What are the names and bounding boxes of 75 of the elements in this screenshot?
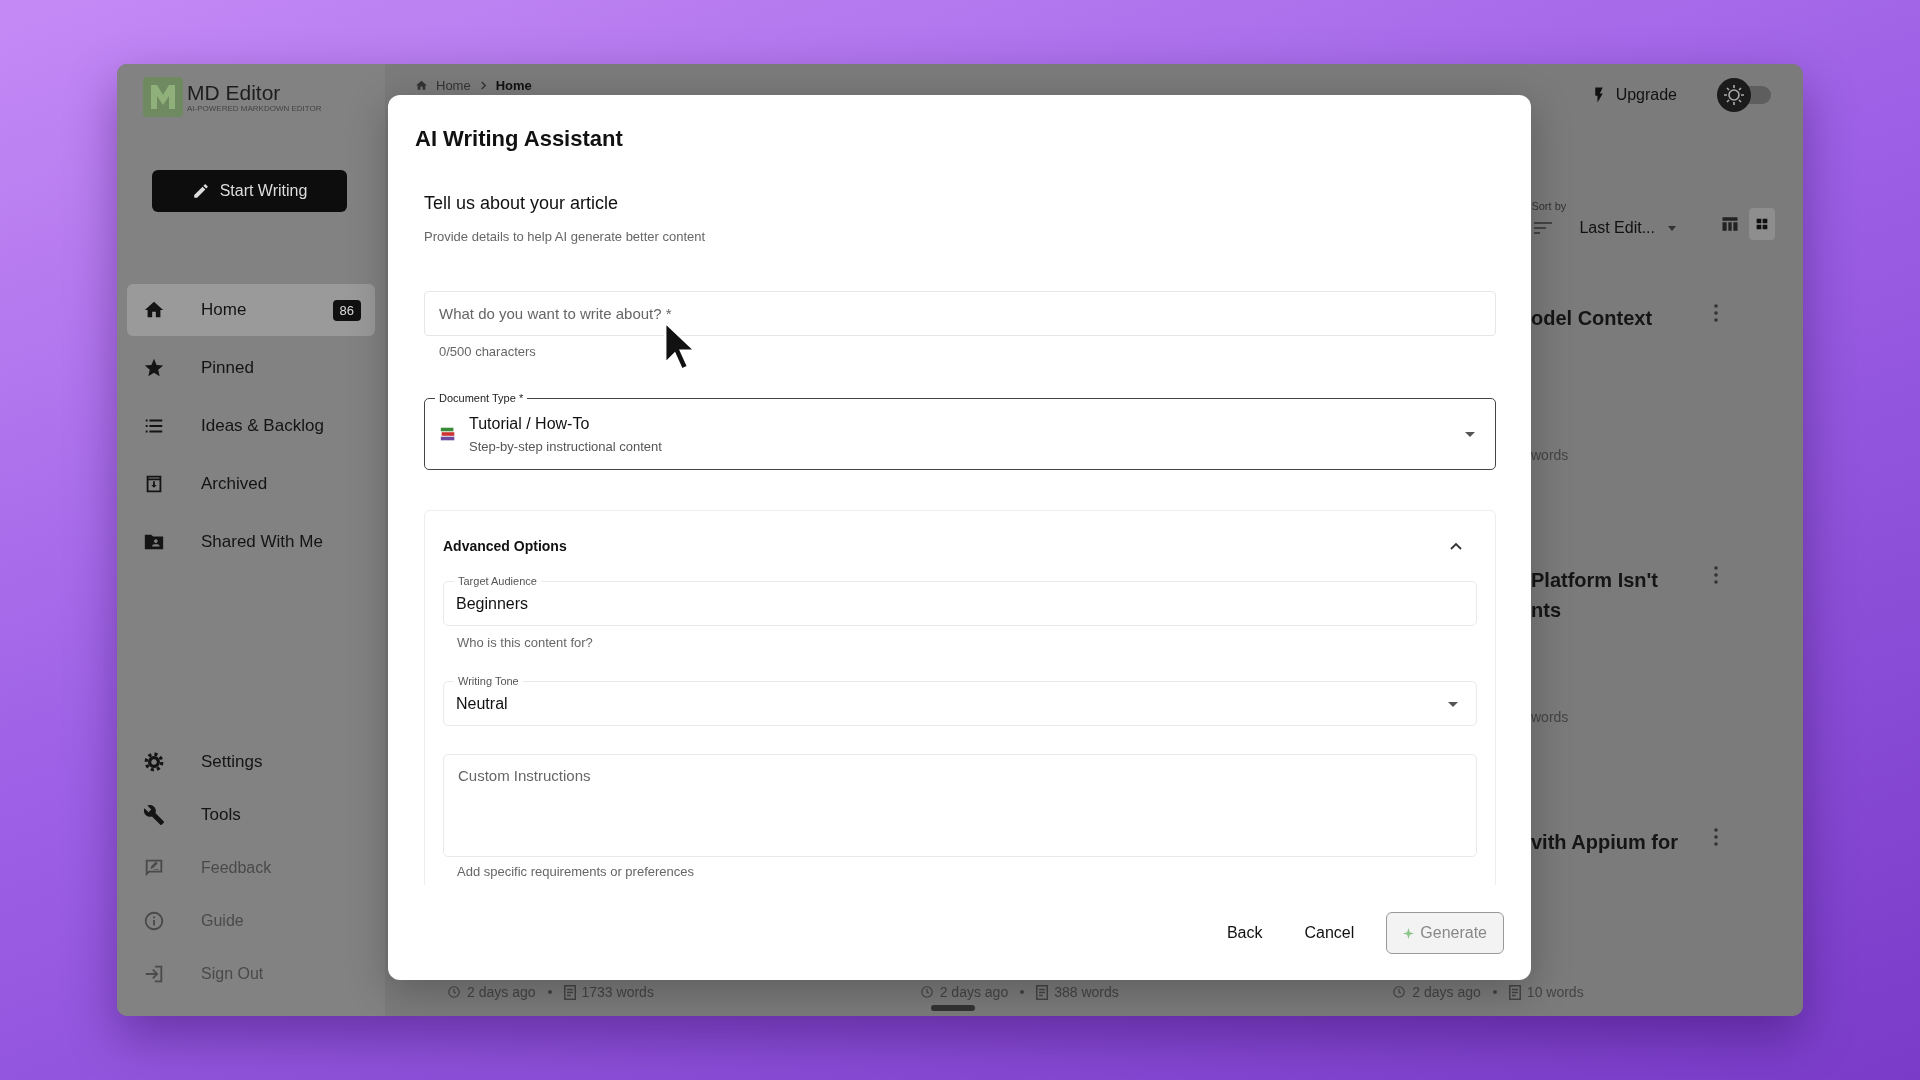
breadcrumb-link[interactable]: Home — [436, 78, 471, 93]
more-options-icon[interactable] — [1713, 565, 1719, 585]
scroll-handle[interactable] — [931, 1005, 975, 1011]
separator-dot — [1492, 990, 1497, 994]
dialog-title: AI Writing Assistant — [415, 125, 624, 153]
nav-item[interactable]: Ideas & Backlog — [127, 400, 375, 452]
nav-label: Pinned — [201, 358, 255, 378]
nav-label: Home — [201, 300, 248, 320]
upgrade-button[interactable]: Upgrade — [1583, 85, 1683, 105]
nav-label: Tools — [201, 804, 242, 825]
nav-item[interactable]: Tools — [127, 788, 375, 841]
nav-item[interactable]: Pinned — [127, 342, 375, 394]
separator-dot — [547, 990, 552, 994]
sort-label: Sort by — [1531, 200, 1568, 212]
grid-icon — [1754, 216, 1770, 232]
clock-icon — [919, 985, 934, 999]
chevron-right-icon — [478, 81, 488, 90]
card-title[interactable]: vith Appium for — [1531, 827, 1679, 857]
home-icon — [415, 79, 428, 92]
sun-icon — [1717, 78, 1751, 112]
caret-down-icon — [1465, 429, 1475, 439]
caret-down-icon — [1667, 223, 1677, 233]
document-icon — [1508, 984, 1521, 1000]
nav-item[interactable]: Settings — [127, 735, 375, 788]
app-name: MD Editor — [187, 80, 282, 105]
more-options-icon[interactable] — [1713, 827, 1719, 847]
info-icon — [143, 909, 165, 932]
helper-text: Who is this content for? — [457, 635, 593, 651]
section-heading: Tell us about your article — [424, 193, 619, 213]
nav-item[interactable]: Shared With Me — [127, 516, 375, 568]
nav-label: Feedback — [201, 858, 273, 877]
pencil-icon — [191, 182, 210, 200]
nav-label: Shared With Me — [201, 532, 324, 552]
books-icon — [439, 425, 457, 443]
field-label: Writing Tone — [454, 674, 523, 688]
start-writing-button[interactable]: Start Writing — [152, 170, 347, 212]
columns-icon — [1720, 214, 1740, 234]
topic-input[interactable]: What do you want to write about? * — [424, 291, 1496, 336]
clock-icon — [1392, 985, 1407, 999]
breadcrumb-link[interactable]: Home — [495, 78, 532, 93]
dialog-button[interactable]: Cancel — [1288, 912, 1371, 954]
count-badge: 86 — [332, 299, 361, 321]
helper-text: Add specific requirements or preferences — [457, 864, 694, 880]
theme-toggle[interactable] — [1717, 78, 1773, 112]
more-options-icon[interactable] — [1713, 303, 1719, 323]
nav-label: Sign Out — [201, 964, 265, 983]
value-description: Step-by-step instructional content — [469, 438, 663, 454]
separator-dot — [1020, 990, 1025, 994]
document-icon — [563, 984, 576, 1000]
nav-label: Guide — [201, 911, 245, 930]
field-value: Beginners — [456, 594, 529, 613]
sort-dropdown[interactable]: Last Edit... — [1579, 219, 1677, 237]
dialog-button[interactable]: Back — [1210, 912, 1279, 954]
nav-label: Archived — [201, 474, 269, 494]
character-count: 0/500 characters — [439, 344, 536, 360]
sparkle-icon — [1403, 927, 1415, 939]
field-label: Target Audience — [454, 574, 541, 588]
selected-value: Tutorial / How-To — [469, 414, 591, 433]
section-subtitle: Provide details to help AI generate better content — [424, 229, 706, 245]
wrench-icon — [143, 803, 165, 826]
card-title[interactable]: Platform Isn't nts — [1531, 565, 1658, 625]
document-icon — [1036, 984, 1049, 1000]
field-label: Document Type * — [435, 391, 528, 405]
field-value: Neutral — [456, 694, 508, 713]
nav-item[interactable]: Archived — [127, 458, 375, 510]
logo-icon — [143, 77, 183, 117]
gear-icon — [143, 750, 165, 773]
card-title[interactable]: odel Context — [1531, 303, 1653, 333]
custom-instructions-field[interactable]: Custom Instructions — [443, 754, 1477, 857]
grid-view-button[interactable] — [1749, 208, 1775, 240]
nav-label: Settings — [201, 751, 264, 772]
star-icon — [143, 357, 165, 379]
clock-icon — [447, 985, 461, 999]
nav-item[interactable]: Home 86 — [127, 284, 375, 336]
nav-label: Ideas & Backlog — [201, 416, 325, 436]
